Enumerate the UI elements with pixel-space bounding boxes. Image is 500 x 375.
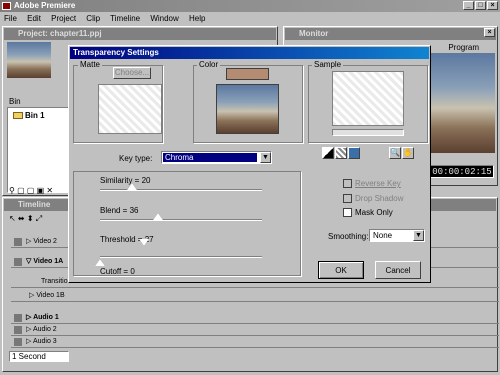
track-video-1b[interactable]: ▷ Video 1B	[11, 290, 499, 302]
smoothing-select[interactable]: None ▼	[369, 229, 425, 242]
folder-icon	[13, 112, 23, 119]
track-audio-3[interactable]: ▷ Audio 3	[11, 336, 499, 348]
timeline-tools: ↖ ⬌ ⬍ ⤢	[9, 214, 65, 238]
cutoff-label: Cutoff = 0	[100, 267, 135, 276]
matte-preview	[98, 84, 162, 134]
color-preview-image[interactable]	[216, 84, 279, 134]
reverse-key-box[interactable]	[343, 179, 352, 189]
mask-only-checkbox[interactable]: Mask Only	[343, 208, 393, 218]
app-title-bar: Adobe Premiere _ □ ×	[0, 0, 500, 12]
track-audio-2[interactable]: ▷ Audio 2	[11, 324, 499, 336]
menu-window[interactable]: Window	[150, 14, 178, 23]
similarity-thumb[interactable]	[127, 183, 138, 190]
drop-shadow-checkbox[interactable]: Drop Shadow	[343, 194, 403, 204]
track-audio-1[interactable]: ▷ Audio 1	[11, 312, 499, 324]
black-white-bg-button[interactable]	[322, 147, 334, 159]
sample-slider[interactable]	[332, 129, 404, 136]
menu-bar: File Edit Project Clip Timeline Window H…	[4, 13, 213, 24]
zoom-icon[interactable]: 🔍	[389, 147, 401, 159]
chevron-down-icon[interactable]: ▼	[260, 152, 271, 163]
threshold-thumb[interactable]	[138, 239, 149, 246]
cancel-button[interactable]: Cancel	[375, 261, 421, 279]
blend-label: Blend = 36	[100, 206, 139, 215]
smoothing-value: None	[373, 231, 393, 240]
hand-icon[interactable]: ✋	[402, 147, 414, 159]
matte-label: Matte	[78, 60, 103, 69]
selection-tool-icon[interactable]: ↖ ⬌ ⬍ ⤢	[9, 214, 42, 223]
color-label: Color	[197, 60, 221, 69]
image-bg-button[interactable]	[348, 147, 360, 159]
program-preview	[429, 53, 495, 153]
menu-timeline[interactable]: Timeline	[110, 14, 140, 23]
sample-label: Sample	[312, 60, 344, 69]
menu-file[interactable]: File	[4, 14, 17, 23]
binoculars-icon[interactable]: ⚲ ▢ ▢ ▣ ✕	[9, 186, 53, 195]
drop-shadow-box[interactable]	[343, 194, 352, 204]
app-icon	[2, 2, 11, 10]
sample-preview	[332, 71, 404, 126]
cutoff-thumb[interactable]	[95, 259, 105, 266]
menu-help[interactable]: Help	[189, 14, 205, 23]
key-type-value: Chroma	[163, 153, 257, 162]
sliders-group	[73, 171, 301, 276]
timecode-display: 00:00:02:15	[430, 165, 494, 178]
key-type-label: Key type:	[119, 154, 153, 163]
menu-edit[interactable]: Edit	[27, 14, 41, 23]
dialog-title: Transparency Settings	[73, 48, 159, 57]
similarity-label: Similarity = 20	[100, 176, 151, 185]
similarity-track[interactable]	[100, 189, 262, 191]
maximize-button[interactable]: □	[475, 1, 486, 10]
project-title-bar: Project: chapter11.ppj	[4, 28, 276, 40]
project-thumbnail	[7, 42, 51, 78]
reverse-key-checkbox[interactable]: Reverse Key	[343, 179, 401, 189]
project-toolbar: ⚲ ▢ ▢ ▣ ✕	[9, 186, 53, 195]
menu-project[interactable]: Project	[51, 14, 76, 23]
bin-header: Bin	[9, 97, 21, 106]
monitor-title-bar: Monitor ×	[285, 28, 496, 40]
monitor-title: Monitor	[299, 29, 329, 38]
smoothing-label: Smoothing:	[328, 232, 369, 241]
mask-only-box[interactable]	[343, 208, 352, 218]
blend-track[interactable]	[100, 219, 262, 221]
menu-clip[interactable]: Clip	[86, 14, 100, 23]
close-button[interactable]: ×	[487, 1, 498, 10]
key-color-swatch[interactable]	[226, 68, 269, 80]
program-label: Program	[448, 43, 479, 52]
project-title: Project: chapter11.ppj	[18, 29, 102, 38]
duration-select[interactable]: 1 Second	[9, 351, 69, 362]
monitor-close-button[interactable]: ×	[484, 28, 495, 37]
dialog-title-bar: Transparency Settings	[70, 47, 429, 59]
ok-button[interactable]: OK	[318, 261, 364, 279]
key-type-select[interactable]: Chroma ▼	[161, 151, 272, 164]
choose-button[interactable]: Choose...	[113, 67, 151, 79]
minimize-button[interactable]: _	[463, 1, 474, 10]
bin-item[interactable]: Bin 1	[11, 111, 65, 120]
bin-list: Bin 1	[7, 107, 69, 193]
threshold-track[interactable]	[100, 256, 262, 258]
checkerboard-bg-button[interactable]	[335, 147, 347, 159]
transparency-dialog: Transparency Settings Matte Choose... Co…	[68, 45, 431, 283]
timeline-title: Timeline	[18, 200, 51, 209]
blend-thumb[interactable]	[153, 213, 164, 220]
chevron-down-icon[interactable]: ▼	[413, 230, 424, 241]
app-title: Adobe Premiere	[14, 1, 76, 10]
